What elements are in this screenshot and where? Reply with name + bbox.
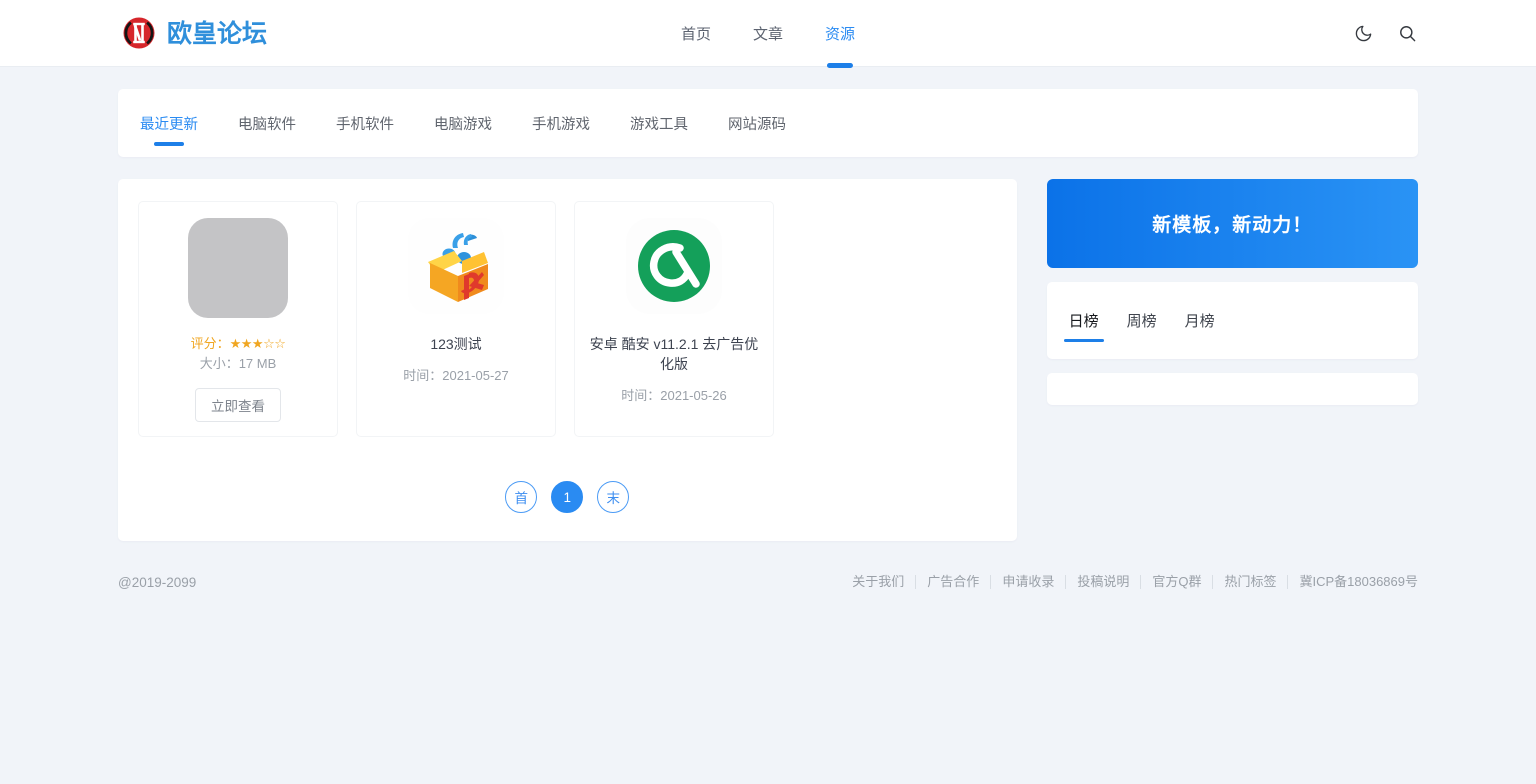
pagination-page-1[interactable]: 1 [551, 481, 584, 513]
resource-size: 大小：17 MB [199, 356, 277, 371]
moon-icon[interactable] [1352, 22, 1374, 44]
footer-link-hot-tags[interactable]: 热门标签 [1213, 575, 1289, 589]
resource-card-grid: 评分：★★★☆☆ 大小：17 MB 立即查看 123测试 时间：2021-05-… [138, 201, 997, 437]
site-footer: @2019-2099 关于我们 广告合作 申请收录 投稿说明 官方Q群 热门标签… [118, 565, 1418, 599]
nav-item-articles[interactable]: 文章 [753, 0, 783, 66]
category-tab-recent[interactable]: 最近更新 [140, 89, 198, 157]
resource-time: 时间：2021-05-26 [621, 388, 727, 403]
category-tab-pc-games[interactable]: 电脑游戏 [434, 89, 492, 157]
ranking-tab-weekly[interactable]: 周榜 [1127, 282, 1157, 359]
ranking-card: 日榜 周榜 月榜 [1046, 282, 1418, 359]
main-navigation: 首页 文章 资源 [681, 0, 855, 66]
kugou-music-box-icon [406, 216, 506, 321]
footer-link-about[interactable]: 关于我们 [841, 575, 917, 589]
footer-links: 关于我们 广告合作 申请收录 投稿说明 官方Q群 热门标签 冀ICP备18036… [841, 575, 1418, 589]
site-logo[interactable]: 欧皇论坛 [118, 12, 267, 54]
footer-link-advertising[interactable]: 广告合作 [916, 575, 992, 589]
rating-label: 评分： [190, 336, 230, 351]
content-columns: 评分：★★★☆☆ 大小：17 MB 立即查看 123测试 时间：2021-05-… [118, 179, 1418, 541]
pagination: 首 1 末 [138, 481, 997, 513]
resource-thumbnail [624, 216, 724, 321]
footer-link-icp[interactable]: 冀ICP备18036869号 [1288, 575, 1418, 589]
rating-stars: ★★★☆☆ [229, 336, 286, 351]
category-bar: 最近更新 电脑软件 手机软件 电脑游戏 手机游戏 游戏工具 网站源码 [118, 89, 1418, 157]
site-header: 欧皇论坛 首页 文章 资源 [0, 0, 1536, 67]
resource-card[interactable]: 安卓 酷安 v11.2.1 去广告优化版 时间：2021-05-26 [574, 201, 774, 437]
ranking-tab-daily[interactable]: 日榜 [1069, 282, 1099, 359]
header-actions [1352, 22, 1418, 44]
pagination-first[interactable]: 首 [505, 481, 538, 513]
gray-placeholder-icon [188, 218, 288, 318]
page-content: 最近更新 电脑软件 手机软件 电脑游戏 手机游戏 游戏工具 网站源码 评分：★★… [118, 67, 1418, 541]
footer-copyright: @2019-2099 [118, 574, 197, 590]
site-logo-text: 欧皇论坛 [167, 18, 268, 48]
sidebar: 新模板，新动力！ 日榜 周榜 月榜 [1046, 179, 1418, 541]
nav-item-resources[interactable]: 资源 [825, 0, 855, 66]
resource-rating: 评分：★★★☆☆ [191, 334, 286, 354]
promo-banner[interactable]: 新模板，新动力！ [1046, 179, 1418, 268]
resource-thumbnail [188, 218, 288, 318]
view-now-button[interactable]: 立即查看 [195, 388, 281, 422]
coolapk-icon [624, 216, 724, 321]
pagination-last[interactable]: 末 [597, 481, 630, 513]
footer-link-submit-site[interactable]: 申请收录 [991, 575, 1067, 589]
category-tabs: 最近更新 电脑软件 手机软件 电脑游戏 手机游戏 游戏工具 网站源码 [140, 89, 786, 157]
ranking-tabs: 日榜 周榜 月榜 [1069, 282, 1215, 359]
resource-card[interactable]: 评分：★★★☆☆ 大小：17 MB 立即查看 [138, 201, 338, 437]
category-tab-mobile-software[interactable]: 手机软件 [336, 89, 394, 157]
footer-link-qq-group[interactable]: 官方Q群 [1141, 575, 1214, 589]
resource-list-panel: 评分：★★★☆☆ 大小：17 MB 立即查看 123测试 时间：2021-05-… [118, 179, 1017, 541]
ranking-list-empty [1046, 373, 1418, 405]
resource-title: 123测试 [430, 336, 482, 352]
resource-title: 安卓 酷安 v11.2.1 去广告优化版 [589, 336, 759, 372]
resource-card[interactable]: 123测试 时间：2021-05-27 [356, 201, 556, 437]
search-icon[interactable] [1396, 22, 1418, 44]
ou-huang-emblem-icon [118, 12, 160, 54]
resource-time: 时间：2021-05-27 [403, 368, 509, 383]
resource-thumbnail [406, 216, 506, 321]
nav-item-home[interactable]: 首页 [681, 0, 711, 66]
category-tab-mobile-games[interactable]: 手机游戏 [532, 89, 590, 157]
ranking-tab-monthly[interactable]: 月榜 [1185, 282, 1215, 359]
category-tab-site-source[interactable]: 网站源码 [728, 89, 786, 157]
category-tab-game-tools[interactable]: 游戏工具 [630, 89, 688, 157]
footer-link-contribution[interactable]: 投稿说明 [1066, 575, 1142, 589]
category-tab-pc-software[interactable]: 电脑软件 [238, 89, 296, 157]
